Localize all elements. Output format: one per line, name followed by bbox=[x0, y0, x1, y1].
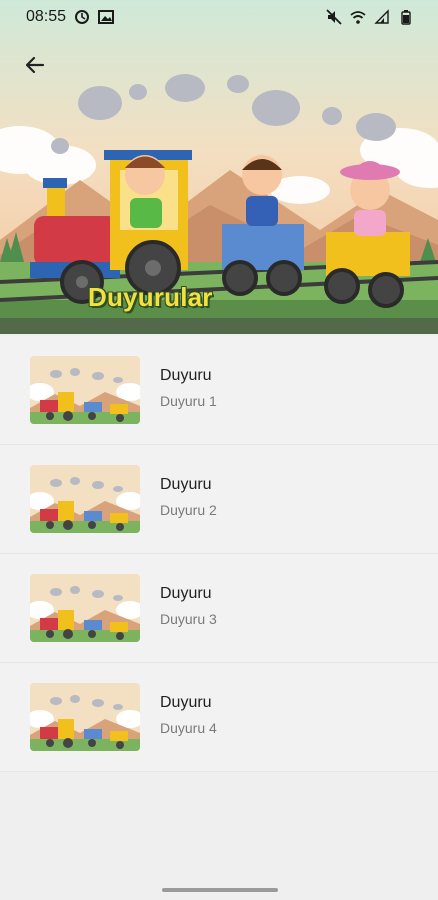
announcement-title: Duyuru bbox=[160, 585, 212, 602]
announcement-thumbnail bbox=[30, 574, 140, 642]
announcement-list: Duyuru Duyuru 1 Duyuru Duyuru 2 Duyuru D… bbox=[0, 336, 438, 772]
announcement-item[interactable]: Duyuru Duyuru 4 bbox=[0, 663, 438, 772]
announcement-item[interactable]: Duyuru Duyuru 1 bbox=[0, 336, 438, 445]
status-time: 08:55 bbox=[26, 8, 67, 25]
page-title: Duyurular bbox=[88, 282, 213, 312]
sync-icon bbox=[75, 10, 90, 24]
announcement-subtitle: Duyuru 4 bbox=[160, 720, 217, 736]
announcement-subtitle: Duyuru 3 bbox=[160, 611, 217, 627]
announcement-title: Duyuru bbox=[160, 476, 212, 493]
signal-icon bbox=[374, 9, 389, 24]
arrow-left-icon bbox=[25, 56, 45, 74]
back-button[interactable] bbox=[18, 48, 52, 82]
train-illustration bbox=[0, 0, 438, 334]
announcement-thumbnail bbox=[30, 356, 140, 424]
announcement-subtitle: Duyuru 2 bbox=[160, 502, 217, 518]
announcement-item[interactable]: Duyuru Duyuru 3 bbox=[0, 554, 438, 663]
mute-icon bbox=[326, 9, 342, 25]
status-bar: 08:55 bbox=[0, 0, 438, 34]
announcement-title: Duyuru bbox=[160, 694, 212, 711]
announcement-thumbnail bbox=[30, 465, 140, 533]
battery-icon bbox=[401, 10, 411, 25]
wifi-icon bbox=[350, 11, 366, 24]
announcement-item[interactable]: Duyuru Duyuru 2 bbox=[0, 445, 438, 554]
image-icon bbox=[98, 10, 115, 24]
announcement-title: Duyuru bbox=[160, 367, 212, 384]
header-banner: 08:55 Duyurular bbox=[0, 0, 438, 334]
announcement-thumbnail bbox=[30, 683, 140, 751]
home-indicator[interactable] bbox=[162, 888, 278, 892]
announcement-subtitle: Duyuru 1 bbox=[160, 393, 217, 409]
